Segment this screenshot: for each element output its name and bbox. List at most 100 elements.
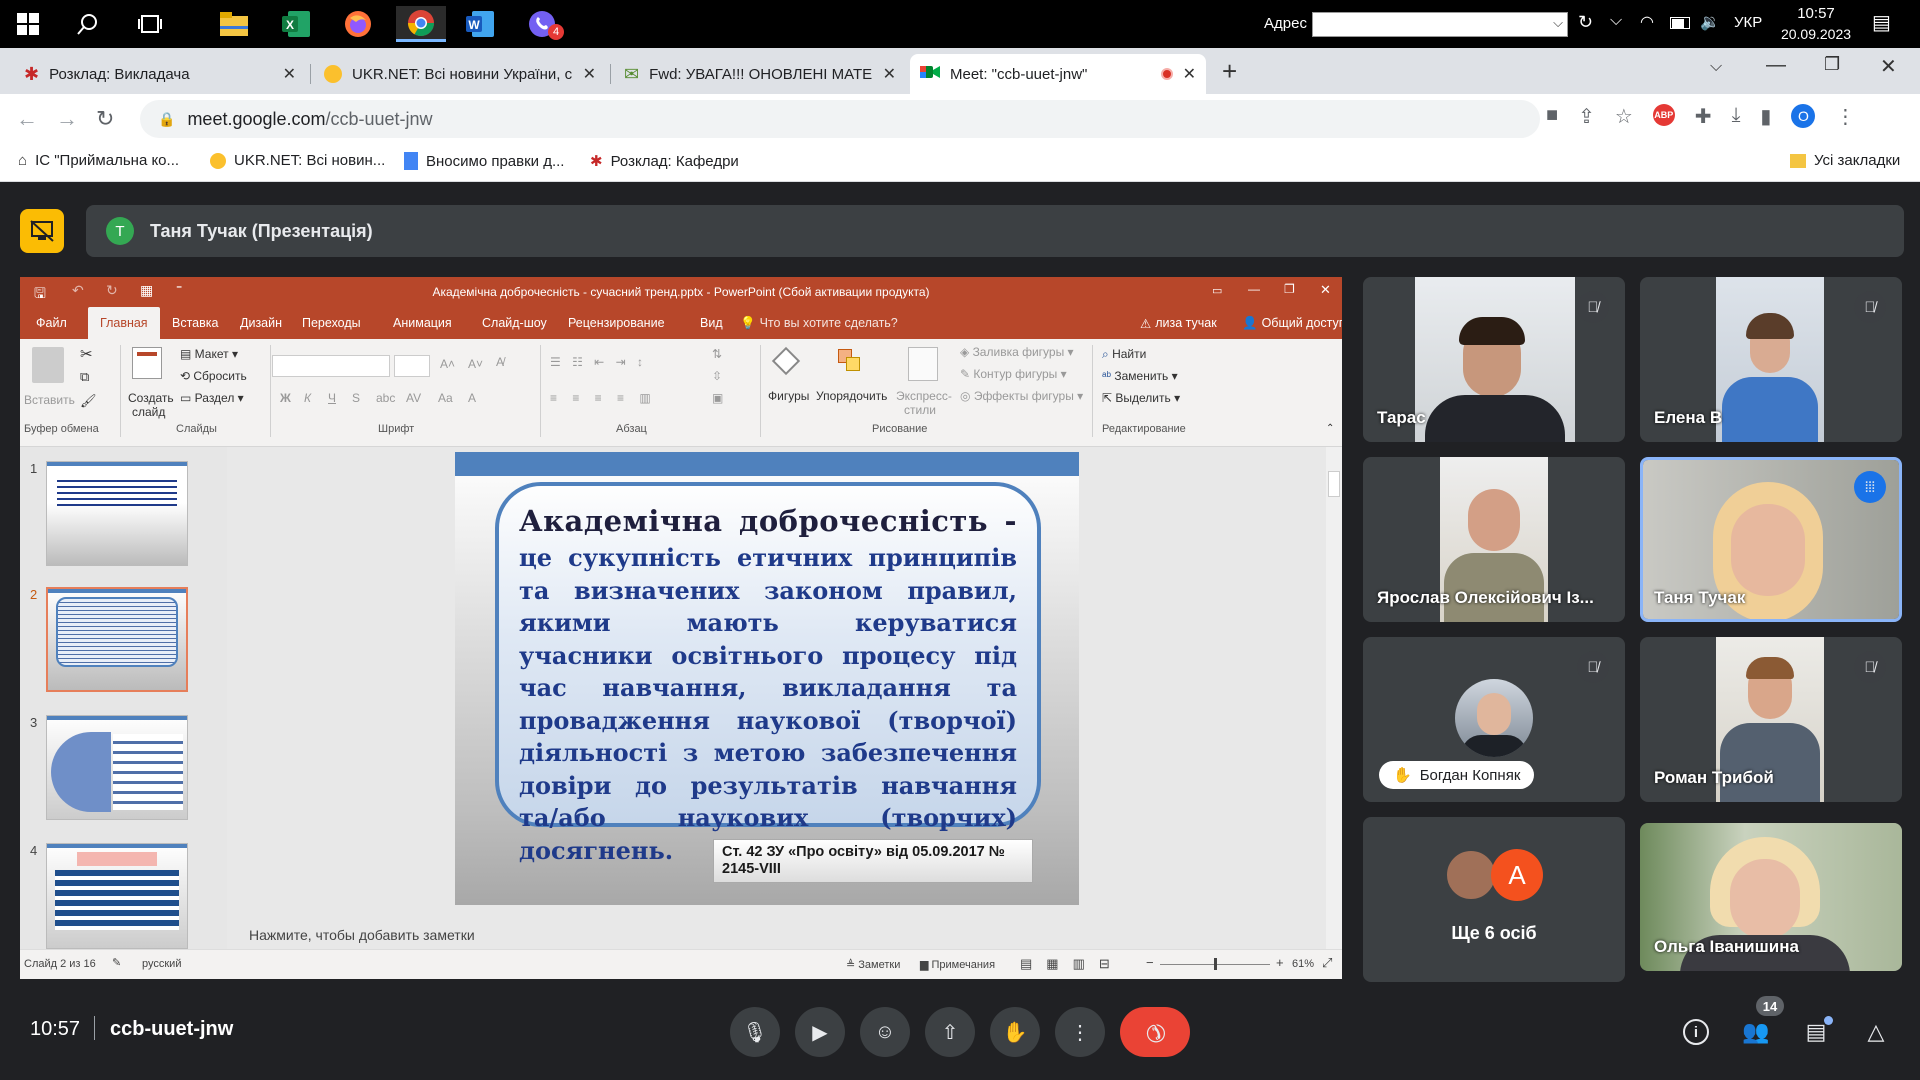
- ribbon-tab-transitions[interactable]: Переходы: [290, 307, 373, 339]
- search-icon[interactable]: [64, 6, 112, 42]
- close-icon[interactable]: ✕: [583, 64, 596, 84]
- bookmark-item[interactable]: Вносимо правки д...: [404, 152, 564, 170]
- ppt-close-icon[interactable]: ✕: [1320, 282, 1331, 298]
- adblock-icon[interactable]: ABP: [1652, 104, 1675, 126]
- ribbon-tab-slideshow[interactable]: Слайд-шоу: [470, 307, 559, 339]
- meeting-info-button[interactable]: i: [1676, 1012, 1716, 1052]
- align-text-icon[interactable]: ⇳: [712, 369, 722, 383]
- underline-icon[interactable]: Ч: [328, 391, 336, 405]
- dropdown-arrow-icon[interactable]: ⌵: [1553, 15, 1563, 31]
- fit-slide-icon[interactable]: ⤢: [1322, 955, 1332, 971]
- spellcheck-icon[interactable]: ✎: [112, 956, 121, 969]
- participant-tile[interactable]: Ярослав Олексійович Із...: [1363, 457, 1625, 622]
- share-icon[interactable]: ⇪: [1578, 104, 1595, 129]
- more-participants-tile[interactable]: А Ще 6 осіб: [1363, 817, 1625, 982]
- shapes-button[interactable]: Фигуры: [768, 389, 809, 403]
- comments-toggle[interactable]: ▆ Примечания: [920, 958, 995, 971]
- bookmark-item[interactable]: UKR.NET: Всі новин...: [210, 152, 385, 169]
- slide-thumbnail-2[interactable]: [46, 587, 188, 692]
- quick-styles-label-1[interactable]: Экспресс-: [896, 389, 952, 403]
- firefox-icon[interactable]: [334, 6, 382, 42]
- grow-font-icon[interactable]: A˄: [440, 357, 455, 371]
- chrome-icon[interactable]: [396, 6, 446, 42]
- view-buttons[interactable]: ▤▦▥⊟: [1020, 956, 1124, 972]
- tab-schedule[interactable]: ✱ Розклад: Викладача ✕: [14, 54, 306, 94]
- close-icon[interactable]: ✕: [883, 64, 896, 84]
- change-case-icon[interactable]: Aa: [438, 391, 453, 405]
- volume-icon[interactable]: 🔉: [1700, 12, 1720, 32]
- close-icon[interactable]: ✕: [283, 64, 296, 84]
- tab-search-icon[interactable]: ⌵: [1710, 58, 1722, 76]
- slide-scrollbar[interactable]: [1326, 447, 1342, 949]
- sidepanel-icon[interactable]: ▮: [1760, 104, 1771, 129]
- shape-effects-button[interactable]: ◎ Эффекты фигуры ▾: [960, 389, 1083, 403]
- font-size-field[interactable]: [394, 355, 430, 377]
- slide-definition-box[interactable]: Академічна доброчесність - це сукупність…: [495, 482, 1041, 865]
- text-direction-icon[interactable]: ⇅: [712, 347, 722, 361]
- chat-button[interactable]: ▤: [1796, 1012, 1836, 1052]
- close-window-icon[interactable]: ✕: [1880, 54, 1897, 79]
- raise-hand-button[interactable]: ✋: [990, 1007, 1040, 1057]
- more-options-button[interactable]: ⋮: [1055, 1007, 1105, 1057]
- ribbon-tab-insert[interactable]: Вставка: [160, 307, 230, 339]
- shapes-icon[interactable]: [771, 346, 806, 377]
- clock-date[interactable]: 20.09.2023: [1774, 26, 1858, 42]
- battery-icon[interactable]: [1670, 17, 1690, 29]
- ribbon-tab-design[interactable]: Дизайн: [228, 307, 294, 339]
- zoom-level[interactable]: 61%: [1292, 958, 1314, 970]
- ppt-minimize-icon[interactable]: —: [1248, 282, 1260, 296]
- omnibox[interactable]: 🔒 meet.google.com/ccb-uuet-jnw: [140, 100, 1540, 138]
- notes-toggle[interactable]: ≜ Заметки: [846, 958, 900, 971]
- clear-format-icon[interactable]: A̸: [496, 355, 504, 369]
- windows-logo-icon[interactable]: [4, 6, 52, 42]
- activities-button[interactable]: △: [1856, 1012, 1896, 1052]
- stop-presenting-icon[interactable]: [20, 209, 64, 253]
- reactions-button[interactable]: ☺: [860, 1007, 910, 1057]
- user-account[interactable]: ⚠ лиза тучак: [1128, 307, 1229, 339]
- taskbar-address-input[interactable]: ⌵: [1312, 12, 1568, 37]
- forward-icon[interactable]: →: [56, 106, 78, 132]
- people-button[interactable]: 👥 14: [1736, 996, 1784, 1052]
- task-view-icon[interactable]: [126, 6, 174, 42]
- present-button[interactable]: ⇧: [925, 1007, 975, 1057]
- copy-icon[interactable]: ⧉: [80, 369, 89, 385]
- paste-button[interactable]: Вставить: [24, 393, 75, 407]
- shadow-icon[interactable]: S: [352, 391, 360, 405]
- bold-icon[interactable]: Ж: [280, 391, 291, 405]
- arrange-icon[interactable]: [838, 349, 862, 373]
- all-bookmarks[interactable]: Усі закладки: [1790, 152, 1900, 169]
- slide-thumbnail-1[interactable]: [46, 461, 188, 566]
- slide-thumbnail-4[interactable]: [46, 843, 188, 949]
- collapse-ribbon-icon[interactable]: ⌃: [1326, 423, 1334, 434]
- current-slide[interactable]: Академічна доброчесність - це сукупність…: [455, 452, 1079, 905]
- microphone-button[interactable]: 🎙: [730, 1007, 780, 1057]
- list-bullets-icon[interactable]: ☰ ☷ ⇤ ⇥ ↕: [550, 355, 647, 369]
- ribbon-tab-animation[interactable]: Анимация: [381, 307, 464, 339]
- refresh-icon[interactable]: ↻: [1578, 12, 1593, 33]
- find-button[interactable]: ⌕ Найти: [1102, 347, 1146, 362]
- shape-fill-button[interactable]: ◈ Заливка фигуры ▾: [960, 345, 1074, 359]
- format-painter-icon[interactable]: 🖌: [80, 393, 97, 409]
- camera-icon[interactable]: ■: [1546, 104, 1558, 129]
- shape-outline-button[interactable]: ✎ Контур фигуры ▾: [960, 367, 1067, 381]
- share-button[interactable]: 👤 Общий доступ: [1230, 307, 1342, 339]
- zoom-in-icon[interactable]: +: [1276, 955, 1284, 970]
- minimize-icon[interactable]: —: [1766, 54, 1786, 77]
- font-name-field[interactable]: [272, 355, 390, 377]
- site-info-icon[interactable]: 🔒: [158, 111, 175, 128]
- paste-icon[interactable]: [32, 347, 64, 383]
- select-button[interactable]: ⇱ Выделить ▾: [1102, 391, 1180, 405]
- chevron-down-icon[interactable]: ⌵: [1610, 12, 1622, 30]
- word-icon[interactable]: W: [456, 6, 504, 42]
- smartart-icon[interactable]: ▣: [712, 391, 723, 405]
- participant-tile[interactable]: 🎙̸ Роман Трибой: [1640, 637, 1902, 802]
- notes-pane[interactable]: Нажмите, чтобы добавить заметки: [227, 927, 1322, 949]
- excel-icon[interactable]: X: [272, 6, 320, 42]
- shrink-font-icon[interactable]: A˅: [468, 357, 483, 371]
- zoom-out-icon[interactable]: −: [1146, 955, 1154, 970]
- replace-button[interactable]: ᵃᵇ Заменить ▾: [1102, 369, 1178, 383]
- section-button[interactable]: ▭ Раздел ▾: [180, 391, 244, 405]
- reload-icon[interactable]: ↻: [96, 106, 114, 132]
- notifications-icon[interactable]: ▤: [1872, 10, 1891, 35]
- menu-kebab-icon[interactable]: ⋮: [1835, 104, 1855, 129]
